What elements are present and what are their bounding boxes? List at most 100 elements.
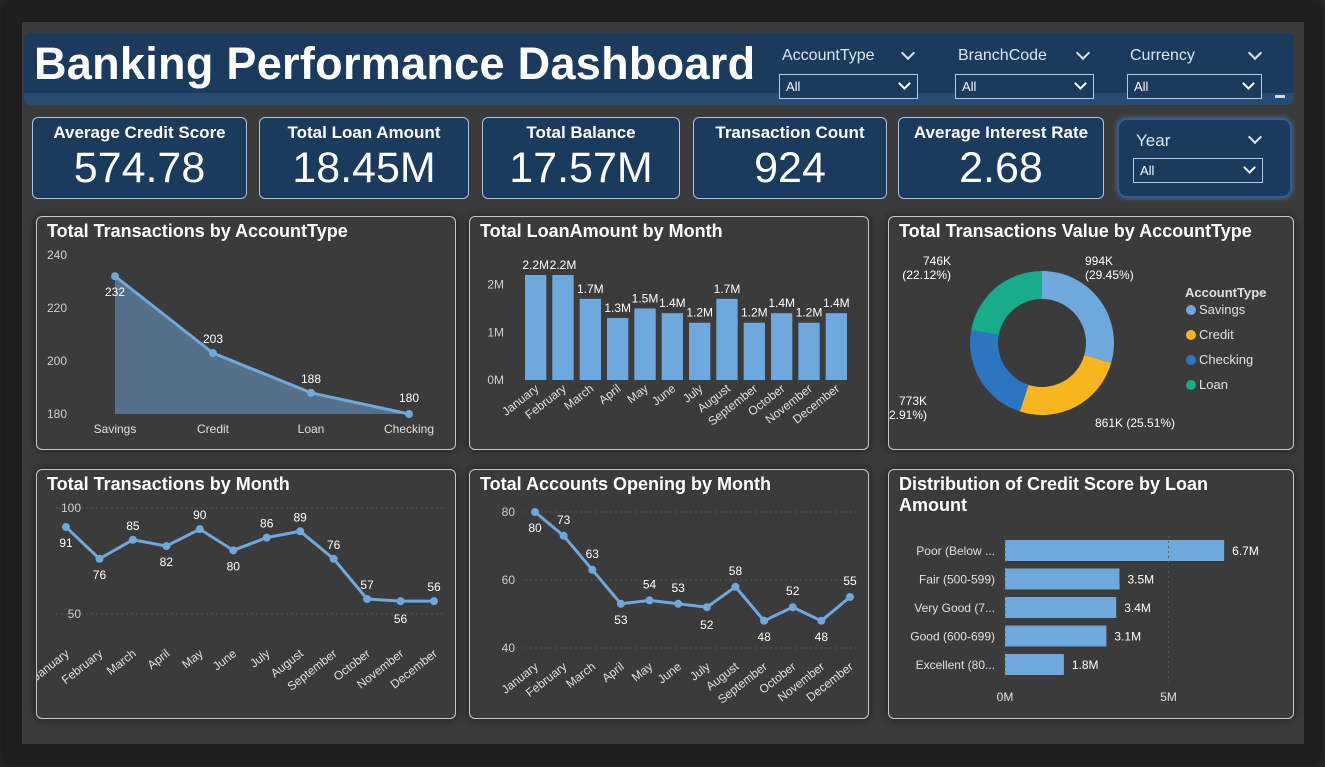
bar xyxy=(1005,540,1225,561)
bar xyxy=(1005,568,1120,590)
legend-marker xyxy=(1186,380,1196,390)
chevron-down-icon xyxy=(1074,77,1087,90)
slicer-separator xyxy=(1104,95,1117,103)
slicer-accounttype-label: AccountType xyxy=(782,47,875,64)
chart-card-accounts-opening-by-month: Total Accounts Opening by Month 40 60 80 80… xyxy=(469,469,869,719)
data-label: 56 xyxy=(427,580,441,594)
data-point xyxy=(645,596,654,605)
data-point xyxy=(95,554,104,563)
legend-label: Loan xyxy=(1199,377,1228,392)
slicer-currency-label: Currency xyxy=(1130,47,1195,64)
data-label: 861K (25.51%) xyxy=(1095,416,1175,430)
bar xyxy=(1005,597,1117,618)
area-fill xyxy=(115,276,409,414)
x-tick-label: Loan xyxy=(298,422,325,436)
slicer-branchcode-label: BranchCode xyxy=(958,47,1047,64)
data-label: 56 xyxy=(394,612,408,626)
slicer-currency-dropdown[interactable]: All xyxy=(1127,74,1262,99)
data-label: 89 xyxy=(294,510,308,524)
x-tick-label: April xyxy=(596,381,624,407)
bar xyxy=(634,308,656,380)
data-label: 3.1M xyxy=(1114,630,1141,644)
data-label: 73 xyxy=(557,513,571,527)
y-tick-label: 1M xyxy=(487,325,504,339)
kpi-label: Total Balance xyxy=(526,123,636,142)
data-label-pct: (22.91%) xyxy=(889,408,927,422)
y-tick-label: 50 xyxy=(68,607,82,621)
x-tick-label: Savings xyxy=(94,422,137,436)
chevron-down-icon xyxy=(898,77,911,90)
kpi-total-loan-amount: Total Loan Amount 18.45M xyxy=(259,117,469,199)
data-label: 76 xyxy=(93,568,107,582)
data-label: 6.7M xyxy=(1232,544,1259,558)
data-label-pct: (29.45%) xyxy=(1085,268,1134,282)
data-point xyxy=(559,531,568,540)
kpi-average-credit-score: Average Credit Score 574.78 xyxy=(32,117,247,199)
bar xyxy=(607,317,629,380)
x-tick-label: March xyxy=(104,646,139,678)
y-tick-label: 2M xyxy=(487,278,504,292)
chart-svg: 5010091January76February85March82April90… xyxy=(37,501,444,694)
data-point xyxy=(162,542,171,551)
chevron-down-icon xyxy=(1243,161,1256,174)
data-label: 1.7M xyxy=(714,282,741,296)
x-tick-label: May xyxy=(179,646,205,671)
x-tick-label: 0M xyxy=(997,690,1014,704)
kpi-label: Transaction Count xyxy=(715,123,865,142)
slicer-year-dropdown[interactable]: All xyxy=(1133,158,1263,183)
data-label: 1.8M xyxy=(1072,658,1099,672)
x-tick-label: March xyxy=(561,381,596,413)
bar xyxy=(661,313,683,380)
slicer-branchcode-dropdown[interactable]: All xyxy=(955,74,1094,99)
data-point xyxy=(702,603,711,612)
data-point xyxy=(405,410,413,418)
data-label: 1.4M xyxy=(659,296,686,310)
data-label: 86 xyxy=(260,517,274,531)
x-tick-label: Credit xyxy=(197,422,230,436)
chart-card-tx-value-by-accounttype: Total Transactions Value by AccountType … xyxy=(888,216,1294,450)
y-tick-label: 200 xyxy=(47,354,67,368)
data-label: 2.2M xyxy=(522,258,549,272)
legend-label: Credit xyxy=(1199,327,1234,342)
kpi-average-interest-rate: Average Interest Rate 2.68 xyxy=(898,117,1104,199)
data-point xyxy=(329,554,338,563)
data-label: 3.4M xyxy=(1124,601,1151,615)
data-label: 80 xyxy=(227,559,241,573)
data-label: 80 xyxy=(528,521,542,535)
data-point xyxy=(588,565,597,574)
data-point xyxy=(846,593,854,601)
y-tick-label: 40 xyxy=(502,641,516,655)
donut-slice xyxy=(1042,271,1114,363)
x-tick-label: April xyxy=(599,659,627,685)
y-tick-label: 60 xyxy=(502,573,516,587)
y-tick-label: Poor (Below ... xyxy=(916,544,995,558)
x-tick-label: Checking xyxy=(384,422,434,436)
minimize-icon[interactable] xyxy=(1275,95,1285,98)
chart-svg: 0M1M2M2.2MJanuary2.2MFebruary1.7MMarch1.… xyxy=(487,258,849,429)
series-line xyxy=(534,510,851,623)
data-point xyxy=(195,525,204,534)
data-point xyxy=(62,523,70,532)
data-label: 3.5M xyxy=(1128,573,1155,587)
slicer-branchcode-value: All xyxy=(962,79,977,94)
slicer-accounttype-dropdown[interactable]: All xyxy=(779,74,918,99)
y-tick-label: Fair (500-599) xyxy=(919,573,995,587)
data-label: 746K xyxy=(923,254,951,268)
kpi-label: Total Loan Amount xyxy=(287,123,441,142)
data-point xyxy=(396,597,405,606)
kpi-label: Average Credit Score xyxy=(53,123,226,142)
bar xyxy=(716,298,738,380)
bar xyxy=(771,313,793,380)
data-label: 1.2M xyxy=(796,306,823,320)
bar xyxy=(798,322,820,380)
data-point xyxy=(817,616,826,625)
chart-card-loan-by-month: Total LoanAmount by Month 0M 1M 2M 2.2M Janu… xyxy=(469,216,869,450)
x-tick-label: 5M xyxy=(1160,690,1177,704)
bar xyxy=(1005,654,1064,675)
data-label: 2.2M xyxy=(550,258,577,272)
kpi-value: 924 xyxy=(754,144,826,192)
data-label: 188 xyxy=(301,372,321,386)
data-label: 52 xyxy=(786,584,800,598)
data-label: 54 xyxy=(643,577,657,591)
data-point xyxy=(531,508,539,516)
